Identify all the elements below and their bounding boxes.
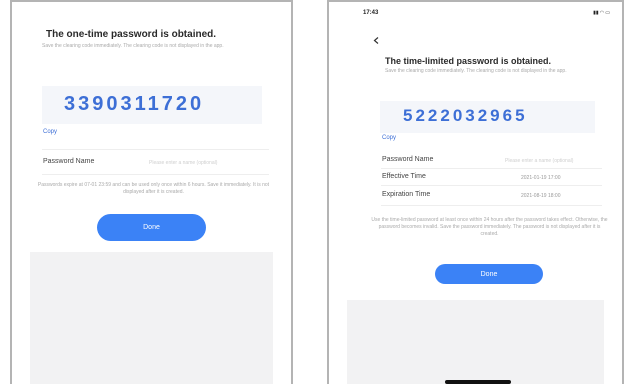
chevron-left-icon[interactable] (373, 31, 380, 44)
password-code: 3390311720 (64, 93, 205, 115)
divider (381, 168, 602, 169)
page-title: The time-limited password is obtained. (385, 56, 552, 66)
done-button[interactable]: Done (97, 214, 206, 241)
page-title: The one-time password is obtained. (46, 29, 217, 40)
password-validity-note: Passwords expire at 07-01 23:59 and can … (37, 182, 270, 195)
password-code: 5222032965 (403, 106, 528, 125)
status-time: 17:43 (363, 10, 379, 16)
copy-button[interactable]: Copy (43, 129, 57, 135)
expiration-time-value[interactable]: 2021-08-19 18:00 (521, 193, 560, 199)
one-time-password-screen: The one-time password is obtained. Save … (10, 0, 293, 384)
password-name-label: Password Name (382, 156, 434, 163)
divider (42, 149, 269, 150)
empty-area (30, 252, 273, 384)
password-name-input[interactable]: Please enter a name (optional) (149, 160, 217, 166)
done-button[interactable]: Done (435, 264, 543, 284)
effective-time-label: Effective Time (382, 173, 426, 180)
password-name-label: Password Name (43, 158, 95, 165)
copy-button[interactable]: Copy (382, 135, 396, 141)
effective-time-value[interactable]: 2021-01-19 17:00 (521, 175, 560, 181)
divider (42, 174, 269, 175)
password-validity-note: Use the time-limited password at least o… (371, 217, 608, 237)
password-name-input[interactable]: Please enter a name (optional) (505, 158, 573, 164)
time-limited-password-screen: 17:43 ▮▮ ◠ ▭ The time-limited password i… (327, 0, 624, 384)
divider (381, 185, 602, 186)
home-indicator (445, 380, 511, 384)
expiration-time-label: Expiration Time (382, 191, 431, 198)
empty-area (347, 300, 604, 384)
status-icons: ▮▮ ◠ ▭ (593, 10, 610, 16)
page-subtitle: Save the clearing code immediately. The … (42, 43, 224, 49)
page-subtitle: Save the clearing code immediately. The … (385, 68, 567, 74)
divider (381, 205, 602, 206)
